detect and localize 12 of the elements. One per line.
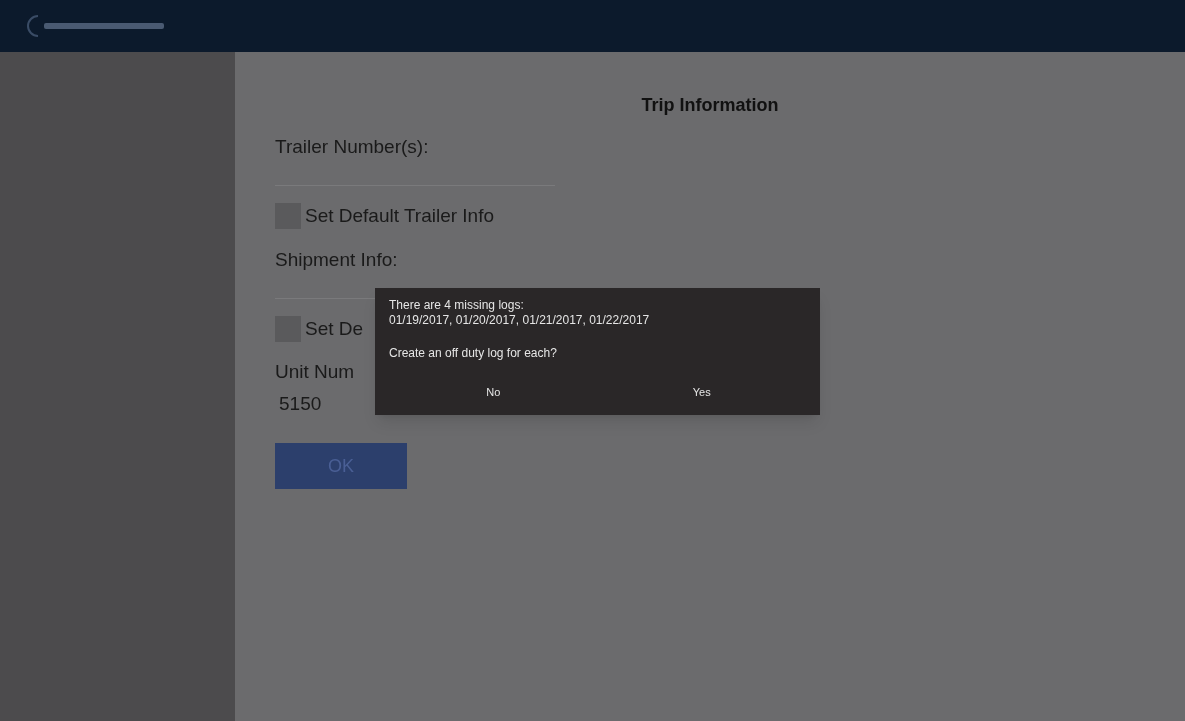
- dialog-button[interactable]: No: [389, 380, 598, 405]
- dialog-message: There are 4 missing logs:: [389, 298, 525, 313]
- dialog-button[interactable]: Yes: [597, 380, 806, 405]
- unit-number-value: 5150: [278, 392, 322, 416]
- field-label: Shipment Info:: [275, 247, 398, 272]
- checkbox-label: Set Default Trailer Info: [305, 204, 495, 228]
- dialog-message: 01/19/2017, 01/20/2017, 01/21/2017, 01/22/2017: [389, 313, 651, 328]
- checkbox-label: Set De: [305, 316, 364, 341]
- field-label: Unit Num: [275, 360, 355, 384]
- dialog-question: Create an off duty log for each?: [389, 345, 558, 362]
- field-label: Trailer Number(s):: [275, 135, 429, 159]
- page-title: Trip Information: [640, 94, 780, 117]
